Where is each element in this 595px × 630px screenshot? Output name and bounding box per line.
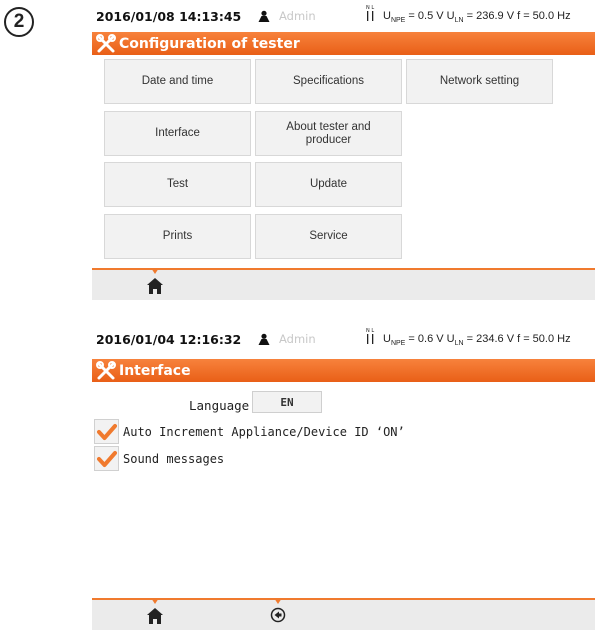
step-number-badge: 2 — [4, 7, 34, 37]
config-screen: 2016/01/08 14:13:45 Admin N L UNPE = 0.5… — [92, 0, 595, 300]
user-icon — [258, 333, 270, 345]
auto-increment-option[interactable]: Auto Increment Appliance/Device ID ‘ON’ — [94, 419, 405, 444]
test-button[interactable]: Test — [104, 162, 251, 207]
home-pointer — [151, 268, 159, 274]
user-name: Admin — [279, 332, 316, 346]
about-tester-button[interactable]: About tester and producer — [255, 111, 402, 156]
interface-button[interactable]: Interface — [104, 111, 251, 156]
title-bar: Interface — [92, 359, 595, 382]
title-bar: Configuration of tester — [92, 32, 595, 55]
screen-title: Interface — [119, 362, 191, 379]
update-button[interactable]: Update — [255, 162, 402, 207]
datetime: 2016/01/08 14:13:45 — [96, 9, 242, 24]
sound-messages-checkbox[interactable] — [94, 446, 119, 471]
back-pointer — [274, 598, 282, 604]
language-label: Language — [189, 398, 250, 413]
interface-screen: 2016/01/04 12:16:32 Admin N L UNPE = 0.6… — [92, 323, 595, 630]
service-button[interactable]: Service — [255, 214, 402, 259]
auto-increment-label: Auto Increment Appliance/Device ID ‘ON’ — [123, 424, 405, 439]
prints-button[interactable]: Prints — [104, 214, 251, 259]
nl-label: N L — [366, 328, 374, 334]
home-pointer — [151, 598, 159, 604]
measurements: UNPE = 0.5 V ULN = 236.9 V f = 50.0 Hz — [383, 10, 571, 25]
sound-messages-option[interactable]: Sound messages — [94, 446, 224, 471]
screen-title: Configuration of tester — [119, 35, 300, 52]
tools-icon — [96, 360, 116, 379]
back-icon[interactable] — [270, 607, 286, 623]
status-bar: 2016/01/04 12:16:32 Admin N L UNPE = 0.6… — [92, 323, 595, 355]
tools-icon — [96, 33, 116, 52]
checkmark-icon — [96, 450, 117, 467]
date-and-time-button[interactable]: Date and time — [104, 59, 251, 104]
home-icon[interactable] — [146, 607, 164, 625]
language-select[interactable]: EN — [252, 391, 322, 413]
nl-label: N L — [366, 5, 374, 11]
home-icon[interactable] — [146, 277, 164, 295]
sound-messages-label: Sound messages — [123, 451, 225, 466]
network-setting-button[interactable]: Network setting — [406, 59, 553, 104]
user-icon — [258, 10, 270, 22]
status-bar: 2016/01/08 14:13:45 Admin N L UNPE = 0.5… — [92, 0, 595, 32]
datetime: 2016/01/04 12:16:32 — [96, 332, 242, 347]
user-name: Admin — [279, 9, 316, 23]
measurements: UNPE = 0.6 V ULN = 234.6 V f = 50.0 Hz — [383, 333, 571, 348]
bottom-bar — [92, 598, 595, 630]
checkmark-icon — [96, 423, 117, 440]
specifications-button[interactable]: Specifications — [255, 59, 402, 104]
bottom-bar — [92, 268, 595, 300]
auto-increment-checkbox[interactable] — [94, 419, 119, 444]
nl-terminal-icon: N L — [366, 5, 374, 21]
nl-terminal-icon: N L — [366, 328, 374, 344]
